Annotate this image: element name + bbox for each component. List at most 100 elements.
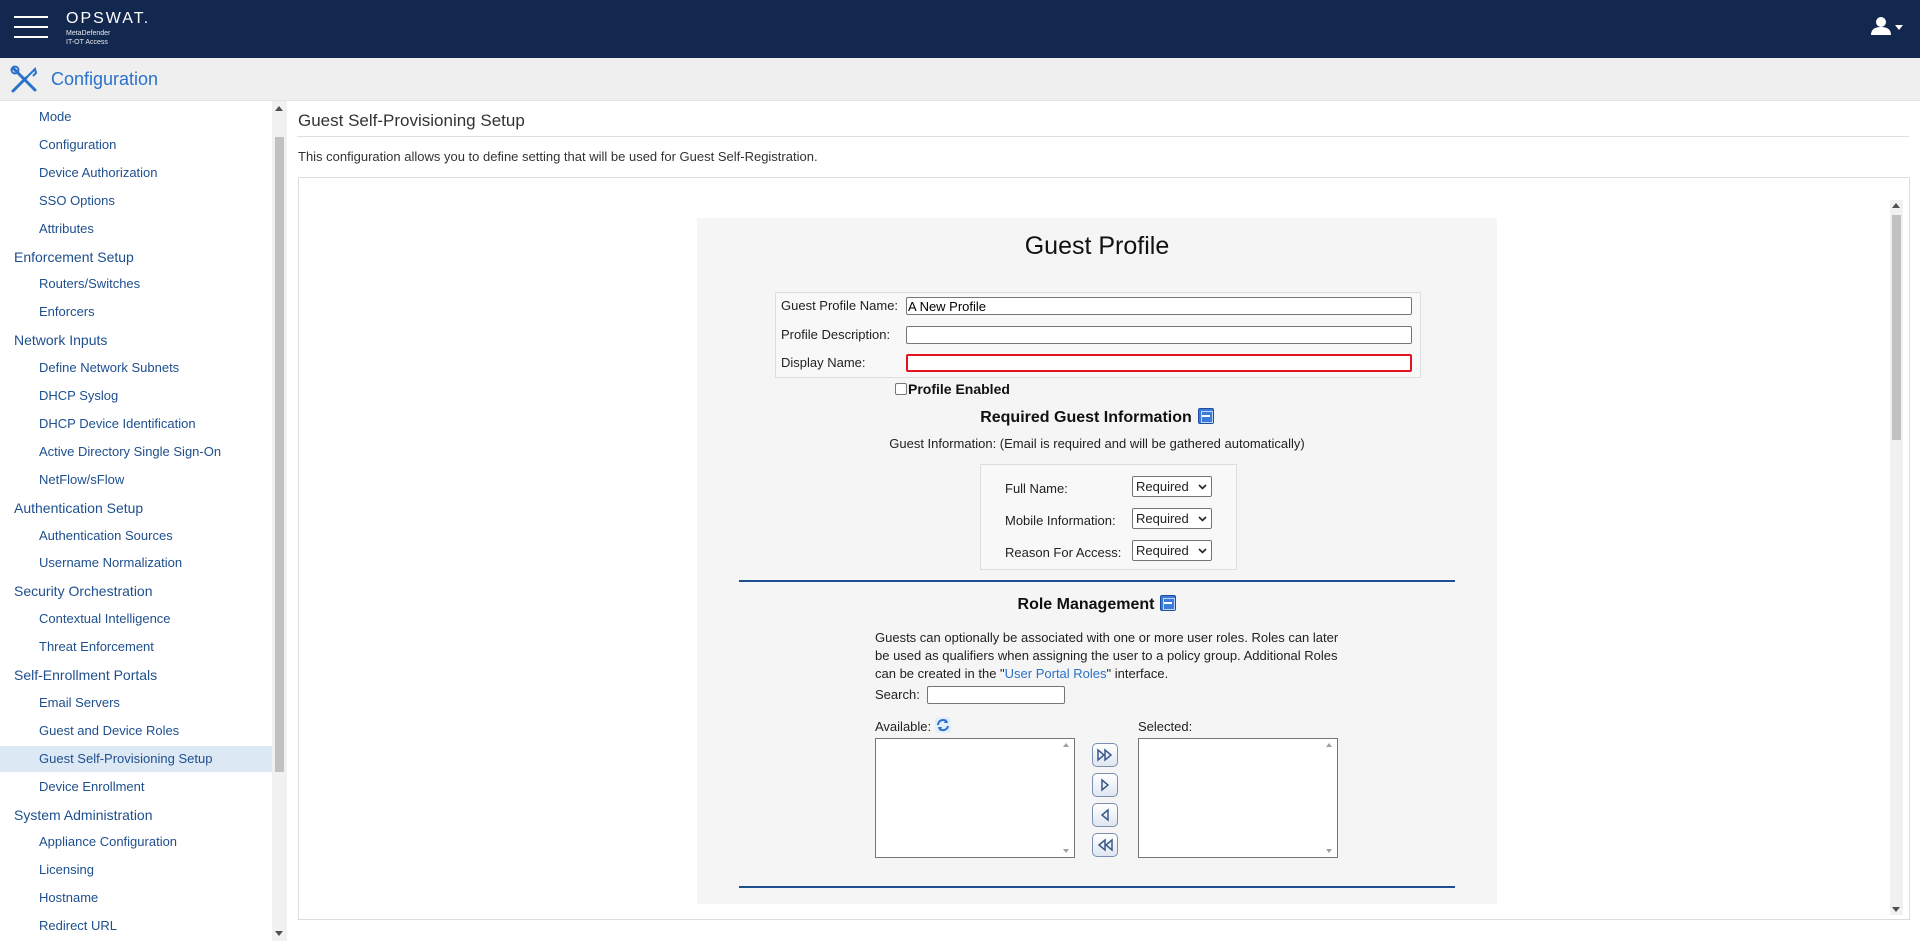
sidebar-item-network-inputs[interactable]: Network Inputs (0, 327, 272, 353)
sidebar-item-active-directory-single-sign-on[interactable]: Active Directory Single Sign-On (0, 439, 272, 465)
guest-info-note: Guest Information: (Email is required an… (889, 436, 1305, 451)
content-scrollbar[interactable] (1890, 200, 1903, 915)
full-name-select-value: Required (1136, 479, 1189, 494)
title-divider (297, 136, 1909, 137)
sidebar-item-self-enrollment-portals[interactable]: Self-Enrollment Portals (0, 662, 272, 688)
display-name-input[interactable] (906, 354, 1412, 372)
full-name-select[interactable]: Required (1132, 476, 1212, 497)
sidebar-item-device-enrollment[interactable]: Device Enrollment (0, 774, 272, 800)
user-menu[interactable] (1868, 16, 1908, 40)
role-description-end: " interface. (1106, 666, 1169, 681)
guest-profile-panel: Guest Profile Guest Profile Name: Profil… (697, 218, 1497, 904)
logo: OPSWAT. MetaDefender IT-OT Access (66, 10, 150, 47)
sidebar-item-appliance-configuration[interactable]: Appliance Configuration (0, 829, 272, 855)
sidebar-item-sso-options[interactable]: SSO Options (0, 188, 272, 214)
role-management-heading: Role Management (1017, 596, 1155, 613)
sidebar-item-attributes[interactable]: Attributes (0, 216, 272, 242)
role-search-label: Search: (875, 687, 920, 702)
profile-name-input[interactable] (906, 297, 1412, 315)
tools-icon (10, 65, 38, 93)
double-right-arrow-icon (1097, 748, 1113, 762)
hamburger-menu-icon[interactable] (14, 16, 48, 38)
section-divider (739, 580, 1455, 582)
role-search-input[interactable] (927, 686, 1065, 704)
chevron-down-icon (1895, 25, 1903, 30)
sidebar-item-define-network-subnets[interactable]: Define Network Subnets (0, 355, 272, 381)
sidebar-item-guest-and-device-roles[interactable]: Guest and Device Roles (0, 718, 272, 744)
scroll-up-arrow-icon[interactable] (275, 106, 283, 111)
scroll-up-arrow-icon[interactable] (1326, 743, 1332, 747)
sidebar-item-system-administration[interactable]: System Administration (0, 802, 272, 828)
collapse-icon[interactable] (1197, 408, 1214, 424)
section-divider (739, 886, 1455, 888)
guest-info-fields: Full Name: Required Mobile Information: … (980, 464, 1237, 570)
user-portal-roles-link[interactable]: User Portal Roles (1005, 666, 1107, 681)
sidebar-item-dhcp-syslog[interactable]: DHCP Syslog (0, 383, 272, 409)
content-scroll-thumb[interactable] (1892, 215, 1901, 440)
reason-select-value: Required (1136, 543, 1189, 558)
sidebar-item-redirect-url[interactable]: Redirect URL (0, 913, 272, 939)
sidebar-item-username-normalization[interactable]: Username Normalization (0, 550, 272, 576)
selected-roles-list[interactable] (1138, 738, 1338, 858)
sidebar-item-threat-enforcement[interactable]: Threat Enforcement (0, 634, 272, 660)
scroll-up-arrow-icon[interactable] (1063, 743, 1069, 747)
profile-enabled-label: Profile Enabled (908, 381, 1010, 397)
listbox-scrollbar[interactable] (1322, 739, 1337, 857)
add-all-roles-button[interactable] (1092, 743, 1118, 767)
profile-fields: Guest Profile Name: Profile Description:… (775, 292, 1421, 378)
add-role-button[interactable] (1092, 773, 1118, 797)
available-label: Available: (875, 719, 932, 734)
profile-enabled-checkbox[interactable] (895, 383, 907, 395)
remove-role-button[interactable] (1092, 803, 1118, 827)
sidebar-scrollbar[interactable] (272, 101, 287, 941)
listbox-scrollbar[interactable] (1059, 739, 1074, 857)
sidebar-item-guest-self-provisioning-setup[interactable]: Guest Self-Provisioning Setup (0, 745, 272, 772)
page-title: Guest Self-Provisioning Setup (298, 111, 525, 130)
scroll-down-arrow-icon[interactable] (1063, 849, 1069, 853)
sidebar-item-security-orchestration[interactable]: Security Orchestration (0, 578, 272, 604)
available-roles-list[interactable] (875, 738, 1075, 858)
main-content: Guest Self-Provisioning Setup This confi… (287, 101, 1920, 941)
collapse-icon[interactable] (1160, 595, 1177, 611)
profile-title: Guest Profile (1024, 232, 1170, 260)
sidebar-item-configuration[interactable]: Configuration (0, 132, 272, 158)
sidebar-item-authentication-setup[interactable]: Authentication Setup (0, 495, 272, 521)
sidebar-item-licensing[interactable]: Licensing (0, 857, 272, 883)
user-icon (1871, 17, 1903, 35)
left-arrow-icon (1100, 808, 1109, 822)
sidebar-item-hostname[interactable]: Hostname (0, 885, 272, 911)
sidebar-item-mode[interactable]: Mode (0, 104, 272, 130)
sidebar-item-authentication-sources[interactable]: Authentication Sources (0, 523, 272, 549)
scroll-down-arrow-icon[interactable] (1326, 849, 1332, 853)
reason-select[interactable]: Required (1132, 540, 1212, 561)
refresh-icon[interactable] (934, 716, 952, 734)
mobile-info-select[interactable]: Required (1132, 508, 1212, 529)
reason-label: Reason For Access: (1005, 545, 1122, 560)
sidebar-item-netflow-sflow[interactable]: NetFlow/sFlow (0, 467, 272, 493)
sidebar-item-device-authorization[interactable]: Device Authorization (0, 160, 272, 186)
sidebar-item-dhcp-device-identification[interactable]: DHCP Device Identification (0, 411, 272, 437)
sidebar-item-routers-switches[interactable]: Routers/Switches (0, 271, 272, 297)
mobile-info-select-value: Required (1136, 511, 1189, 526)
top-bar: OPSWAT. MetaDefender IT-OT Access (0, 0, 1920, 58)
display-name-label: Display Name: (781, 355, 866, 370)
role-description: Guests can optionally be associated with… (875, 629, 1345, 683)
double-left-arrow-icon (1097, 838, 1113, 852)
scroll-up-arrow-icon[interactable] (1892, 203, 1900, 208)
remove-all-roles-button[interactable] (1092, 833, 1118, 857)
scroll-down-arrow-icon[interactable] (275, 931, 283, 936)
brand-name: OPSWAT. (66, 10, 151, 27)
sidebar-scroll-thumb[interactable] (275, 137, 284, 772)
role-management-section: Role Management (697, 595, 1497, 614)
sidebar-item-contextual-intelligence[interactable]: Contextual Intelligence (0, 606, 272, 632)
profile-description-input[interactable] (906, 326, 1412, 344)
scroll-down-arrow-icon[interactable] (1892, 907, 1900, 912)
sidebar-item-enforcement-setup[interactable]: Enforcement Setup (0, 244, 272, 270)
config-frame: Guest Profile Guest Profile Name: Profil… (298, 177, 1910, 920)
selected-label: Selected: (1138, 719, 1193, 734)
sidebar-item-email-servers[interactable]: Email Servers (0, 690, 272, 716)
chevron-down-icon (1198, 484, 1207, 490)
product-subtitle: IT-OT Access (66, 39, 108, 46)
full-name-label: Full Name: (1005, 481, 1068, 496)
sidebar-item-enforcers[interactable]: Enforcers (0, 299, 272, 325)
